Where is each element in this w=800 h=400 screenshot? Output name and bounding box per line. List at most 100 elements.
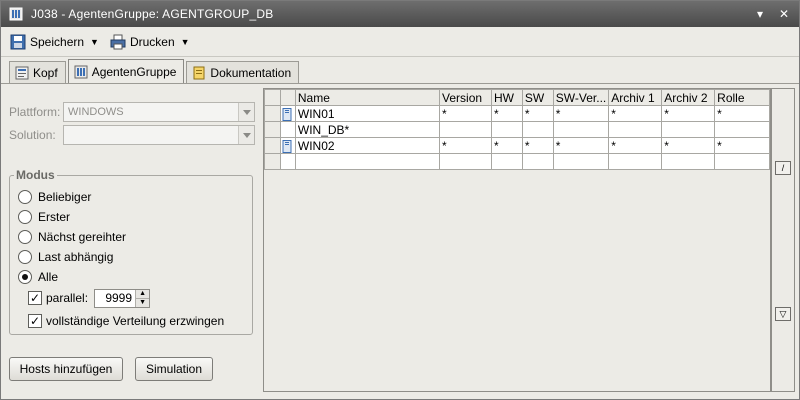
tab-dokumentation-label: Dokumentation [210,65,292,80]
force-distribution-label: vollständige Verteilung erzwingen [46,314,225,328]
col-version[interactable]: Version [439,89,492,106]
window-menu-button[interactable]: ▾ [751,5,769,23]
chevron-down-icon[interactable]: ▼ [136,299,149,307]
cell[interactable] [490,153,523,170]
print-button[interactable]: Drucken ▼ [109,33,190,51]
chevron-up-icon[interactable]: ▲ [136,290,150,299]
tab-dokumentation[interactable]: Dokumentation [186,61,300,83]
tab-agentengruppe[interactable]: AgentenGruppe [67,59,185,83]
cell-name[interactable] [294,153,441,170]
row-selector[interactable] [264,121,281,138]
cell: * [552,137,610,154]
modus-group: Modus Beliebiger Erster Nächst gereihter… [9,168,253,335]
row-selector[interactable] [264,105,281,122]
radio-alle[interactable]: Alle [18,268,58,286]
radio-button-selected[interactable] [18,270,32,284]
radio-beliebiger[interactable]: Beliebiger [18,188,91,206]
agent-group-icon [74,65,88,78]
save-dropdown-icon[interactable]: ▼ [90,37,99,47]
save-button[interactable]: Speichern ▼ [9,33,99,51]
scroll-down-button[interactable]: ▽ [775,307,791,321]
radio-button[interactable] [18,250,32,264]
settings-panel: Plattform: WINDOWS Solution: Modus Belie… [1,87,263,392]
parallel-row: ✓ parallel: 9999 ▲ ▼ [28,288,151,308]
col-name[interactable]: Name [294,89,441,106]
cell: * [608,105,663,122]
row-icon-cell [279,121,296,138]
parallel-stepper[interactable]: 9999 ▲ ▼ [94,288,151,308]
table-row[interactable]: WIN_DB* [264,121,770,138]
cell-name: WIN01 [294,105,441,122]
solution-row: Solution: [9,125,255,145]
platform-select[interactable]: WINDOWS [63,102,255,122]
scroll-up-button[interactable]: / [775,161,791,175]
table-row[interactable]: WIN02 * * * * * * * [264,137,770,154]
tab-kopf[interactable]: Kopf [9,61,66,83]
solution-select[interactable] [63,125,255,145]
cell[interactable] [552,153,610,170]
solution-label: Solution: [9,128,56,142]
tab-kopf-label: Kopf [33,65,58,80]
cell: * [608,137,663,154]
add-hosts-button[interactable]: Hosts hinzufügen [9,357,123,381]
cell: * [714,137,770,154]
vertical-scrollbar[interactable]: / ▽ [771,88,795,392]
close-button[interactable]: ✕ [775,5,793,23]
platform-value: WINDOWS [68,106,124,118]
cell [714,121,770,138]
parallel-checkbox[interactable]: ✓ [28,291,42,305]
printer-icon [110,34,126,49]
cell [439,121,492,138]
force-distribution-row: ✓ vollständige Verteilung erzwingen [28,311,224,331]
radio-naechst-gereihter[interactable]: Nächst gereihter [18,228,126,246]
radio-button[interactable] [18,210,32,224]
table-row[interactable]: WIN01 * * * * * * * [264,105,770,122]
col-rolle[interactable]: Rolle [714,89,770,106]
cell[interactable] [521,153,554,170]
cell[interactable] [714,153,770,170]
cell: * [521,137,554,154]
cell: * [661,105,716,122]
col-archiv-1[interactable]: Archiv 1 [608,89,663,106]
col-sw[interactable]: SW [521,89,554,106]
col-sw-version[interactable]: SW-Ver... [552,89,610,106]
cell[interactable] [608,153,663,170]
main-window: J038 - AgentenGruppe: AGENTGROUP_DB ▾ ✕ … [0,0,800,400]
cell[interactable] [661,153,716,170]
cell: * [552,105,610,122]
cell: * [490,137,523,154]
chevron-down-icon[interactable] [238,103,254,121]
modus-title: Modus [14,168,57,182]
cell: * [521,105,554,122]
save-label: Speichern [30,34,85,49]
window-title: J038 - AgentenGruppe: AGENTGROUP_DB [31,7,274,21]
table-row-empty[interactable] [264,153,770,170]
simulation-button[interactable]: Simulation [135,357,213,381]
radio-erster[interactable]: Erster [18,208,70,226]
cell-name: WIN_DB* [294,121,441,138]
toolbar: Speichern ▼ Drucken ▼ [1,27,799,57]
stepper-arrows: ▲ ▼ [135,289,150,307]
radio-last-abhaengig[interactable]: Last abhängig [18,248,113,266]
col-archiv-2[interactable]: Archiv 2 [661,89,716,106]
chevron-down-icon[interactable] [238,126,254,144]
cell [661,121,716,138]
radio-button[interactable] [18,190,32,204]
title-bar[interactable]: J038 - AgentenGruppe: AGENTGROUP_DB ▾ ✕ [1,1,799,27]
parallel-value[interactable]: 9999 [95,290,135,307]
force-distribution-checkbox[interactable]: ✓ [28,314,42,328]
print-dropdown-icon[interactable]: ▼ [181,37,190,47]
table-header: Name Version HW SW SW-Ver... Archiv 1 Ar… [264,89,770,106]
platform-row: Plattform: WINDOWS [9,102,255,122]
parallel-label: parallel: [46,291,89,305]
cell: * [439,137,492,154]
row-selector[interactable] [264,153,281,170]
radio-label: Nächst gereihter [38,230,127,244]
row-selector[interactable] [264,137,281,154]
cell[interactable] [439,153,492,170]
radio-button[interactable] [18,230,32,244]
documentation-icon [193,66,205,79]
row-icon-cell [279,137,296,154]
save-icon [10,34,26,49]
col-hw[interactable]: HW [490,89,523,106]
